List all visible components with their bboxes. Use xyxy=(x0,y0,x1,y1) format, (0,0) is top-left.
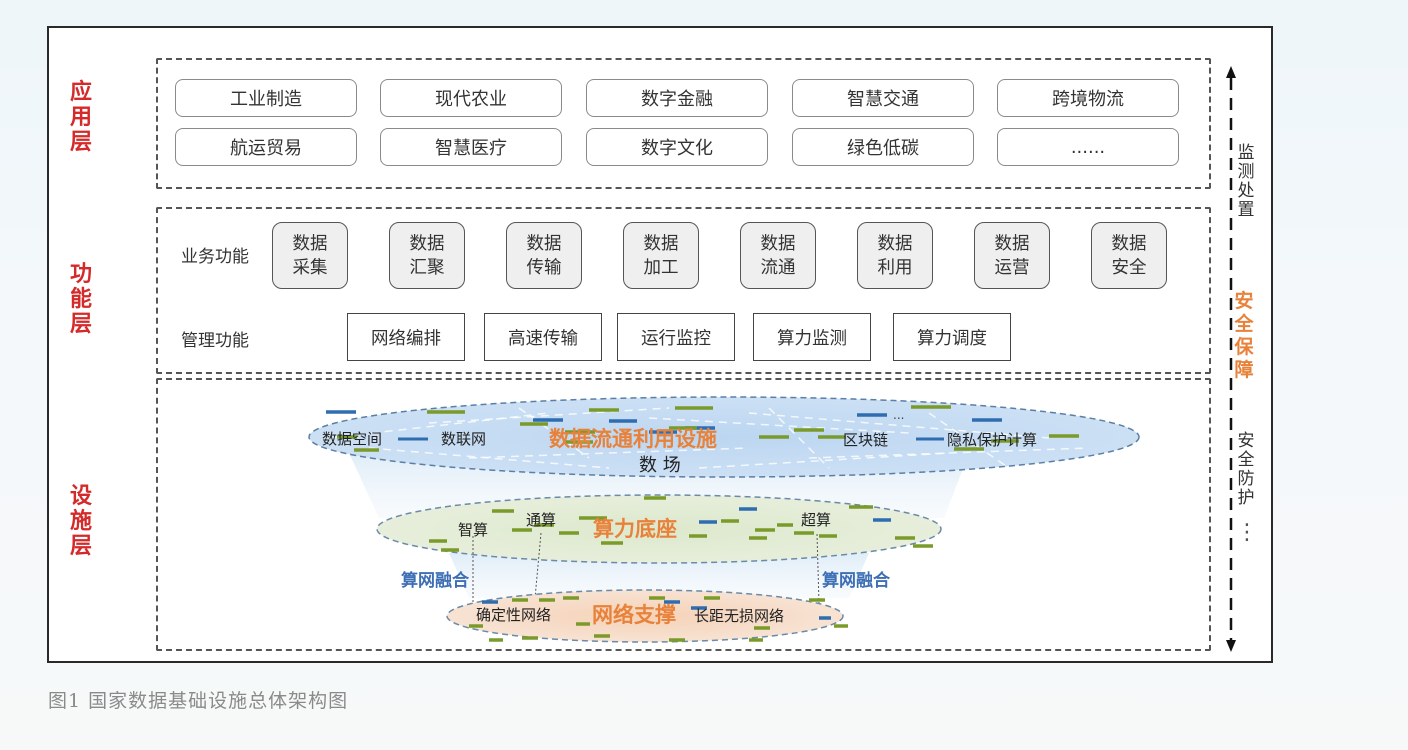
network-item: 确定性网络 xyxy=(476,606,551,624)
data-circulation-title: 数据流通利用设施 xyxy=(549,427,717,451)
arrow-up-icon xyxy=(1226,66,1236,78)
computing-title: 算力底座 xyxy=(593,517,677,541)
security-protection-label: 安 全 防 护 xyxy=(1237,431,1255,508)
computing-item: 超算 xyxy=(801,511,831,529)
data-circulation-subtitle: 数 场 xyxy=(639,455,681,476)
figure-caption: 图1 国家数据基础设施总体架构图 xyxy=(48,690,349,712)
facility-diagram: 数据空间 数联网 数据流通利用设施 数 场 区块链 隐私保护计算 ... 智算 … xyxy=(308,396,1140,643)
data-circulation-item: 隐私保护计算 xyxy=(947,431,1037,449)
network-item: 长距无损网络 xyxy=(694,607,784,625)
side-ellipsis: ⋮ xyxy=(1236,520,1258,545)
architecture-diagram: 应 用 层 工业制造 现代农业 数字金融 智慧交通 跨境物流 航运贸易 智慧医疗 数字文化 绿色… xyxy=(47,26,1273,663)
security-guarantee-label: 安 全 保 障 xyxy=(1234,290,1254,381)
arrow-down-icon xyxy=(1226,640,1236,652)
data-circulation-ellipsis: ... xyxy=(893,408,904,422)
data-circulation-item: 数据空间 xyxy=(322,430,382,448)
computing-item: 通算 xyxy=(526,511,556,529)
data-circulation-item: 数联网 xyxy=(441,430,486,448)
fusion-label-right: 算网融合 xyxy=(821,570,891,591)
data-circulation-item: 区块链 xyxy=(843,431,888,449)
monitor-label: 监 测 处 置 xyxy=(1237,143,1255,220)
network-title: 网络支撑 xyxy=(592,603,676,627)
fusion-label-left: 算网融合 xyxy=(400,570,470,591)
computing-item: 智算 xyxy=(458,521,488,539)
